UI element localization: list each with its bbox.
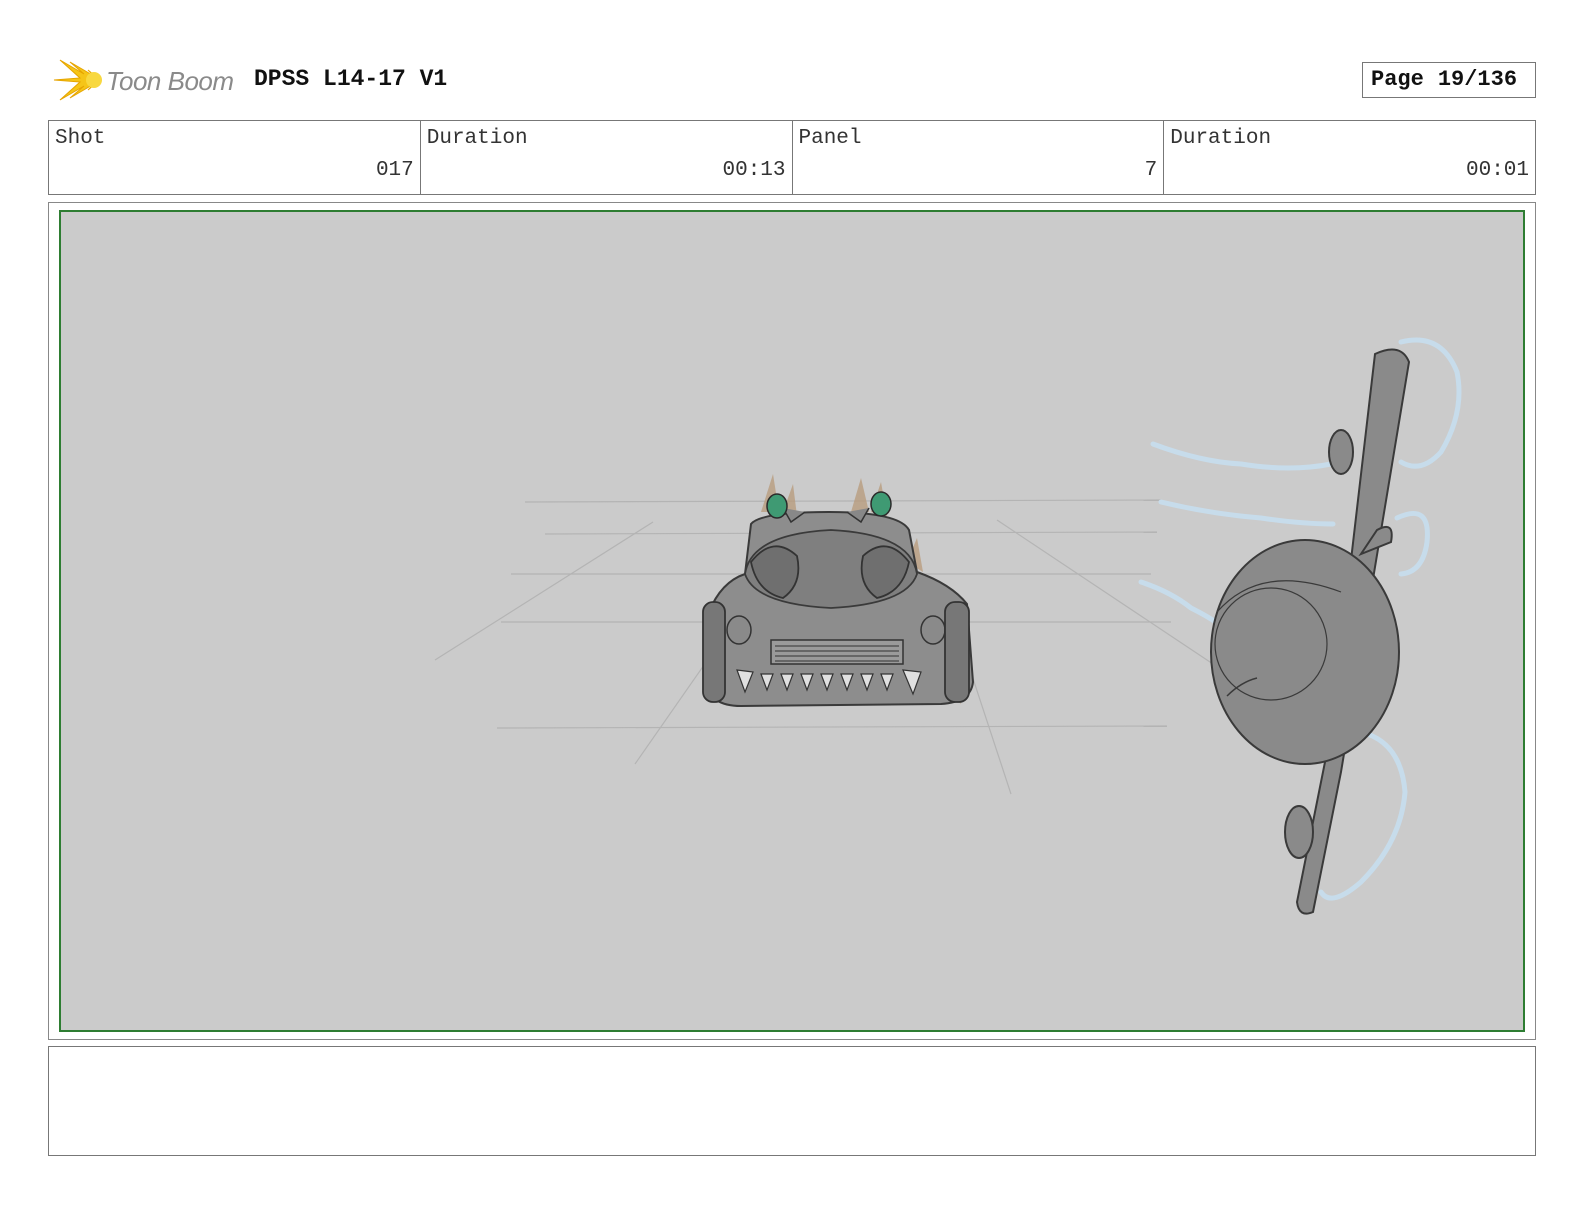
shot-duration-cell: Duration 00:13 <box>421 121 793 194</box>
sketch-artwork <box>434 337 1462 915</box>
panel-duration-label: Duration <box>1170 127 1272 150</box>
monster-car <box>702 474 975 708</box>
brand-name: Toon Boom <box>106 66 234 96</box>
shot-value: 017 <box>375 159 414 182</box>
panel-notes <box>48 1046 1536 1156</box>
panel-drawing <box>59 210 1525 1032</box>
shot-info-table: Shot 017 Duration 00:13 Panel 7 Duration… <box>48 120 1536 195</box>
page-indicator: Page 19/136 <box>1362 62 1536 98</box>
panel-cell: Panel 7 <box>793 121 1165 194</box>
toon-boom-logo: Toon Boom <box>50 56 240 106</box>
shot-duration-label: Duration <box>426 127 528 150</box>
panel-duration-value: 00:01 <box>1465 159 1529 182</box>
panel-label: Panel <box>798 127 862 150</box>
page-number: 19/136 <box>1437 67 1518 92</box>
shot-cell: Shot 017 <box>49 121 421 194</box>
starburst-icon <box>53 59 102 101</box>
page-header: Toon Boom DPSS L14-17 V1 Page 19/136 <box>48 52 1536 108</box>
document-title: DPSS L14-17 V1 <box>254 66 448 92</box>
airplane <box>1210 348 1411 915</box>
panel-value: 7 <box>1144 159 1158 182</box>
panel-duration-cell: Duration 00:01 <box>1164 121 1535 194</box>
shot-duration-value: 00:13 <box>722 159 786 182</box>
page-label: Page <box>1371 67 1424 92</box>
shot-label: Shot <box>55 127 106 150</box>
storyboard-panel <box>48 202 1536 1040</box>
